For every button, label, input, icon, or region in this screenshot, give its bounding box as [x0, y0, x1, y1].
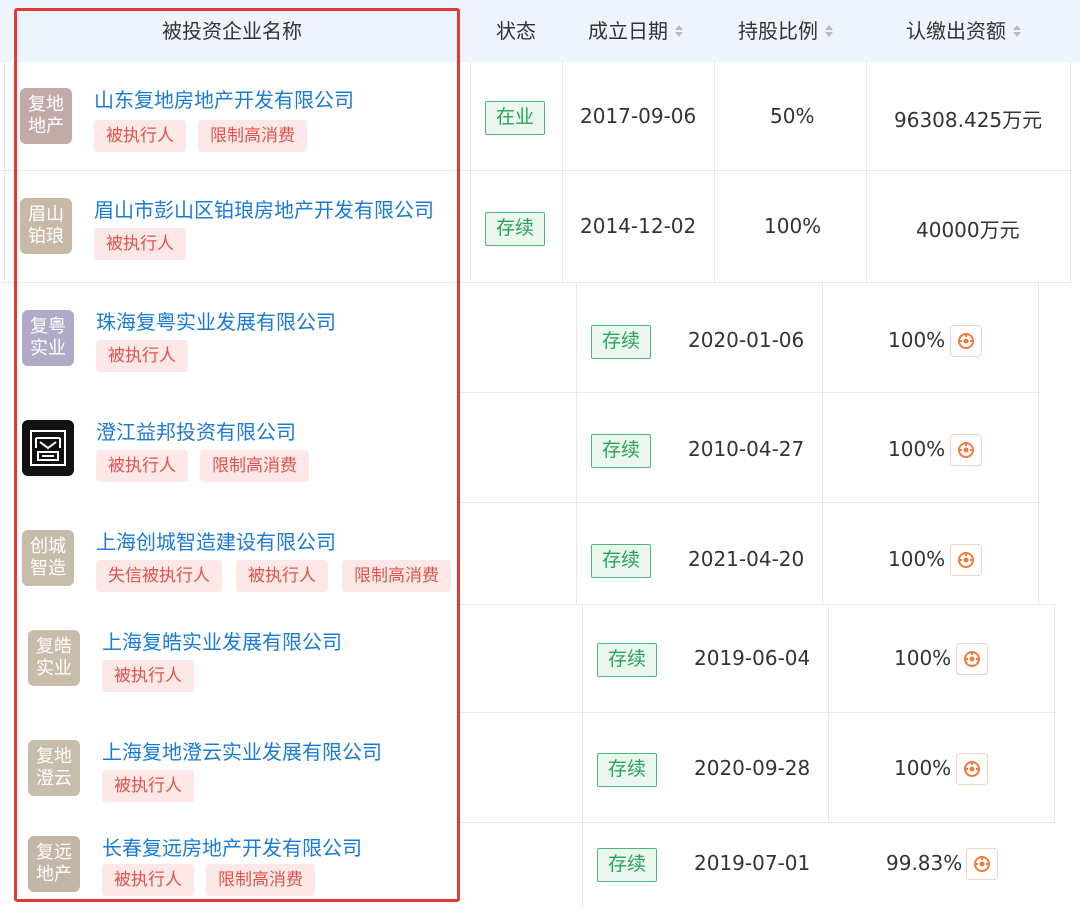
company-logo: 创城 智造 — [22, 530, 74, 586]
company-name-link[interactable]: 上海创城智造建设有限公司 — [96, 526, 336, 555]
status-badge: 存续 — [597, 753, 658, 787]
tag-badge[interactable]: 限制高消费 — [200, 450, 309, 482]
tag-badge[interactable]: 被执行人 — [102, 660, 194, 692]
header-capital[interactable]: 认缴出资额 — [906, 0, 1022, 62]
status-badge: 存续 — [591, 434, 652, 468]
tag-badge[interactable]: 被执行人 — [94, 228, 186, 260]
capital-amount: 96308.425万元 — [894, 108, 1043, 132]
sort-icon[interactable] — [1012, 25, 1022, 37]
company-logo: 复皓 实业 — [28, 630, 80, 686]
founded-date: 2017-09-06 — [580, 104, 697, 128]
company-logo: 复远 地产 — [28, 836, 80, 892]
founded-date: 2021-04-20 — [688, 547, 805, 571]
equity-penetration-icon[interactable] — [956, 643, 988, 675]
tag-badge[interactable]: 限制高消费 — [206, 864, 315, 896]
company-name-link[interactable]: 澄江益邦投资有限公司 — [96, 416, 296, 445]
share-ratio: 100% — [764, 214, 822, 238]
equity-penetration-icon[interactable] — [950, 325, 982, 357]
founded-date: 2014-12-02 — [580, 214, 697, 238]
company-logo: 复地 澄云 — [28, 740, 80, 796]
share-ratio: 100% — [888, 437, 946, 461]
tag-badge[interactable]: 被执行人 — [94, 120, 186, 152]
share-ratio: 100% — [894, 646, 952, 670]
header-ratio-label: 持股比例 — [738, 19, 818, 43]
header-ratio[interactable]: 持股比例 — [738, 0, 834, 62]
tag-badge[interactable]: 限制高消费 — [342, 560, 451, 592]
header-status: 状态 — [496, 19, 536, 43]
founded-date: 2019-07-01 — [694, 851, 811, 875]
founded-date: 2020-09-28 — [694, 756, 811, 780]
tag-badge[interactable]: 失信被执行人 — [96, 560, 222, 592]
founded-date: 2010-04-27 — [688, 437, 805, 461]
share-ratio: 50% — [770, 104, 815, 128]
equity-penetration-icon[interactable] — [956, 753, 988, 785]
company-name-link[interactable]: 珠海复粤实业发展有限公司 — [96, 306, 336, 335]
header-capital-label: 认缴出资额 — [906, 19, 1006, 43]
share-ratio: 100% — [888, 547, 946, 571]
status-badge: 存续 — [591, 325, 652, 359]
company-logo: 复地 地产 — [20, 88, 72, 144]
equity-penetration-icon[interactable] — [966, 848, 998, 880]
founded-date: 2019-06-04 — [694, 646, 811, 670]
sort-icon[interactable] — [674, 25, 684, 37]
share-ratio: 100% — [894, 756, 952, 780]
company-logo: 眉山 铂琅 — [20, 198, 72, 254]
header-founded[interactable]: 成立日期 — [588, 0, 684, 62]
sort-icon[interactable] — [824, 25, 834, 37]
status-badge: 存续 — [591, 544, 652, 578]
share-ratio: 100% — [888, 328, 946, 352]
company-name-link[interactable]: 山东复地房地产开发有限公司 — [94, 84, 354, 113]
capital-amount: 40000万元 — [916, 218, 1020, 242]
tag-badge[interactable]: 被执行人 — [96, 340, 188, 372]
equity-penetration-icon[interactable] — [950, 434, 982, 466]
founded-date: 2020-01-06 — [688, 328, 805, 352]
tag-badge[interactable]: 被执行人 — [96, 450, 188, 482]
tag-badge[interactable]: 被执行人 — [102, 864, 194, 896]
equity-penetration-icon[interactable] — [950, 544, 982, 576]
company-logo — [22, 420, 74, 476]
tag-badge[interactable]: 被执行人 — [236, 560, 328, 592]
share-ratio: 99.83% — [886, 851, 963, 875]
status-badge: 存续 — [597, 848, 658, 882]
table-header: 被投资企业名称 状态 成立日期 持股比例 认缴出资额 — [0, 0, 1080, 62]
company-name-link[interactable]: 上海复地澄云实业发展有限公司 — [102, 736, 382, 765]
status-badge: 在业 — [485, 101, 546, 135]
company-logo: 复粤 实业 — [22, 310, 74, 366]
header-founded-label: 成立日期 — [588, 19, 668, 43]
company-name-link[interactable]: 上海复皓实业发展有限公司 — [102, 626, 342, 655]
status-badge: 存续 — [597, 643, 658, 677]
header-company-name: 被投资企业名称 — [162, 19, 302, 43]
status-badge: 存续 — [485, 212, 546, 246]
tag-badge[interactable]: 限制高消费 — [198, 120, 307, 152]
tag-badge[interactable]: 被执行人 — [102, 770, 194, 802]
company-name-link[interactable]: 眉山市彭山区铂琅房地产开发有限公司 — [94, 194, 434, 223]
company-name-link[interactable]: 长春复远房地产开发有限公司 — [102, 832, 362, 861]
